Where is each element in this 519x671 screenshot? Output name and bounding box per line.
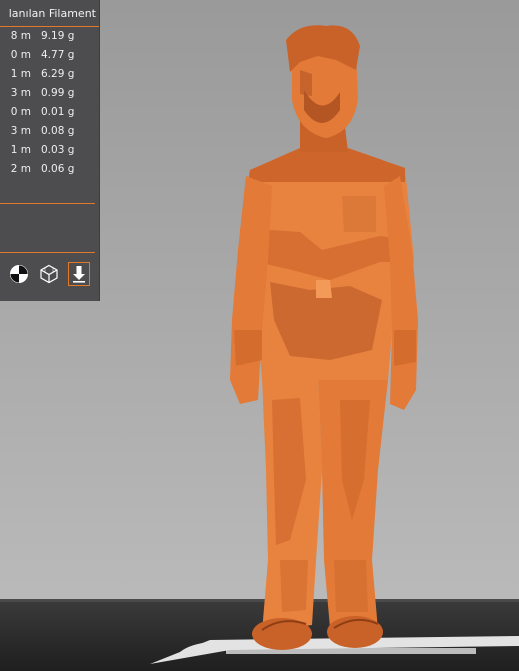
table-row: 8 m 9.19 g	[0, 26, 99, 45]
table-row: 0 m 4.77 g	[0, 45, 99, 64]
filament-weight: 6.29 g	[41, 68, 75, 80]
filament-weight: 0.06 g	[41, 163, 75, 175]
filament-weight: 4.77 g	[41, 49, 75, 61]
table-row: 3 m 0.99 g	[0, 83, 99, 102]
wireframe-cube-icon[interactable]	[38, 262, 60, 286]
filament-length: 8 m	[10, 30, 31, 42]
table-row: 3 m 0.08 g	[0, 121, 99, 140]
center-of-mass-icon[interactable]	[8, 262, 30, 286]
filament-length: 0 m	[10, 49, 31, 61]
filament-length: 3 m	[10, 87, 31, 99]
filament-usage-panel: lanılan Filament 8 m 9.19 g 0 m 4.77 g 1…	[0, 0, 100, 301]
table-row: 1 m 6.29 g	[0, 64, 99, 83]
panel-header: lanılan Filament	[0, 0, 99, 27]
view-toolbar	[0, 262, 99, 290]
filament-table: 8 m 9.19 g 0 m 4.77 g 1 m 6.29 g 3 m 0.9…	[0, 26, 99, 178]
divider	[0, 252, 95, 253]
filament-length: 0 m	[10, 106, 31, 118]
drop-to-bed-icon[interactable]	[68, 262, 90, 286]
filament-weight: 0.03 g	[41, 144, 75, 156]
3d-model-figure[interactable]	[230, 25, 418, 650]
table-row: 1 m 0.03 g	[0, 140, 99, 159]
table-row: 0 m 0.01 g	[0, 102, 99, 121]
filament-weight: 0.01 g	[41, 106, 75, 118]
filament-weight: 9.19 g	[41, 30, 75, 42]
used-filament-heading: lanılan Filament	[8, 7, 96, 20]
table-row: 2 m 0.06 g	[0, 159, 99, 178]
divider	[0, 203, 95, 204]
filament-length: 2 m	[10, 163, 31, 175]
filament-length: 1 m	[10, 144, 31, 156]
filament-weight: 0.99 g	[41, 87, 75, 99]
filament-length: 1 m	[10, 68, 31, 80]
filament-length: 3 m	[10, 125, 31, 137]
filament-weight: 0.08 g	[41, 125, 75, 137]
